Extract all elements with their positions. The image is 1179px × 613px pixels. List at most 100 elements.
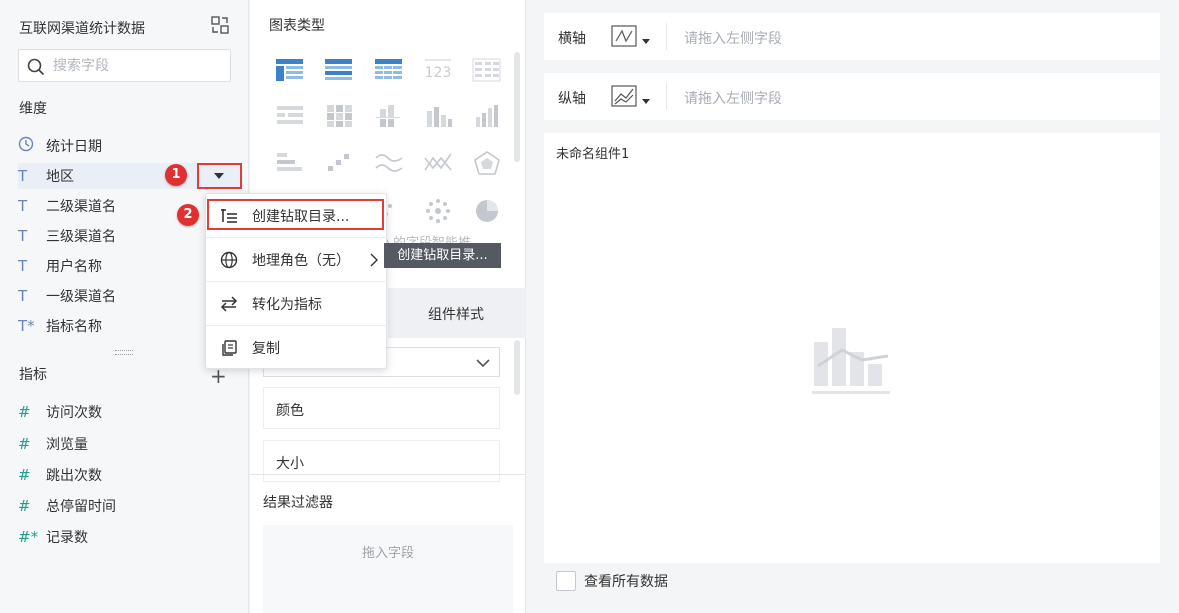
menu-item-copy[interactable]: 复制 [206, 325, 388, 369]
radar-chart-icon[interactable] [472, 150, 502, 176]
line-chart-icon[interactable] [374, 150, 404, 176]
divider [666, 23, 667, 50]
text-type-icon: T [18, 167, 28, 185]
dataset-title: 互联网渠道统计数据 [19, 21, 145, 37]
dimension-field[interactable]: T* 指标名称 [18, 313, 228, 339]
pie-chart-icon[interactable] [472, 198, 502, 224]
chevron-right-icon [370, 253, 378, 267]
heatmap-icon[interactable] [324, 103, 354, 129]
table-chart-icon[interactable] [275, 57, 305, 83]
caret-down-icon [214, 173, 224, 179]
y-axis-shelf[interactable]: 纵轴 请拖入左侧字段 [544, 73, 1160, 120]
field-label: 记录数 [46, 530, 88, 546]
y-axis-placeholder: 请拖入左侧字段 [684, 91, 782, 107]
switch-dataset-icon[interactable] [210, 15, 230, 35]
highlight-box [207, 199, 384, 230]
field-label: 浏览量 [46, 437, 88, 453]
y-axis-label: 纵轴 [558, 91, 586, 107]
property-scrollbar[interactable] [514, 340, 520, 395]
divider [250, 474, 526, 475]
field-label: 访问次数 [46, 405, 102, 421]
field-label: 跳出次数 [46, 468, 102, 484]
divider [666, 83, 667, 110]
y-axis-chart-switch-icon[interactable] [610, 83, 652, 111]
result-filter-heading: 结果过滤器 [263, 495, 333, 511]
menu-item-label: 地理角色（无） [252, 252, 350, 269]
scatter-icon[interactable] [324, 150, 354, 176]
measure-field[interactable]: # 总停留时间 [18, 493, 228, 519]
text-type-icon: T [18, 197, 28, 215]
copy-icon [222, 339, 237, 356]
view-all-checkbox[interactable] [556, 571, 576, 591]
x-axis-chart-switch-icon[interactable] [610, 23, 652, 51]
size-property[interactable]: 大小 [263, 440, 500, 482]
svg-text:123: 123 [425, 65, 452, 81]
field-label: 统计日期 [46, 139, 102, 155]
calculated-number-type-icon: #* [18, 528, 39, 546]
field-label: 指标名称 [46, 319, 102, 335]
column-chart-icon[interactable] [423, 103, 453, 129]
chart-type-heading: 图表类型 [269, 18, 325, 34]
measure-field[interactable]: # 浏览量 [18, 431, 228, 457]
measure-field[interactable]: # 访问次数 [18, 399, 228, 425]
field-label: 二级渠道名 [46, 199, 116, 215]
number-type-icon: # [18, 497, 31, 515]
component-name: 未命名组件1 [556, 147, 630, 162]
measure-field[interactable]: #* 记录数 [18, 524, 228, 550]
dimension-field[interactable]: T 一级渠道名 [18, 283, 228, 309]
search-icon [27, 58, 45, 76]
dimension-heading: 维度 [19, 101, 47, 117]
horizontal-bar-icon[interactable] [275, 150, 305, 176]
resize-handle[interactable] [115, 350, 133, 355]
chevron-down-icon [476, 359, 490, 368]
number-type-icon: # [18, 466, 31, 484]
text-type-icon: T [18, 227, 28, 245]
time-type-icon [18, 136, 46, 156]
step-badge-1: 1 [165, 164, 187, 186]
x-axis-placeholder: 请拖入左侧字段 [684, 31, 782, 47]
field-label: 用户名称 [46, 259, 102, 275]
text-type-icon: T [18, 287, 28, 305]
step-badge-2: 2 [177, 204, 199, 226]
field-label: 三级渠道名 [46, 229, 116, 245]
x-axis-shelf[interactable]: 横轴 请拖入左侧字段 [544, 13, 1160, 60]
field-search[interactable] [18, 49, 231, 82]
x-axis-label: 横轴 [558, 31, 586, 47]
dimension-field[interactable]: T 用户名称 [18, 253, 228, 279]
field-dropdown-button[interactable] [197, 163, 242, 189]
chart-type-scrollbar[interactable] [514, 52, 520, 162]
dimension-field[interactable]: T 三级渠道名 [18, 223, 228, 249]
field-label: 地区 [46, 169, 74, 185]
chart-canvas[interactable]: 未命名组件1 [544, 133, 1160, 563]
convert-icon [220, 295, 238, 312]
empty-chart-icon [812, 328, 890, 394]
crosstab-icon[interactable] [472, 57, 502, 83]
view-all-data-toggle[interactable]: 查看所有数据 [556, 571, 668, 591]
globe-icon [220, 251, 238, 268]
number-type-icon: # [18, 403, 31, 421]
menu-tooltip: 创建钻取目录... [384, 243, 501, 268]
dimension-field[interactable]: 统计日期 [18, 133, 228, 159]
menu-item-geo-role[interactable]: 地理角色（无） [206, 237, 388, 281]
menu-item-label: 转化为指标 [252, 296, 322, 313]
field-label: 一级渠道名 [46, 289, 116, 305]
tab-component-style[interactable]: 组件样式 [428, 304, 484, 324]
dot-ring-icon[interactable] [423, 198, 453, 224]
number-type-icon: # [18, 435, 31, 453]
menu-item-label: 复制 [252, 340, 280, 357]
detail-table-icon[interactable] [374, 57, 404, 83]
multi-line-icon[interactable] [423, 150, 453, 176]
measure-field[interactable]: # 跳出次数 [18, 462, 228, 488]
canvas-area: 横轴 请拖入左侧字段 纵轴 请拖入左侧字段 未命名组件1 查看所有数据 [527, 0, 1179, 613]
kpi-number-icon[interactable]: 123 [423, 57, 453, 83]
stacked-bar-icon[interactable] [374, 103, 404, 129]
field-label: 总停留时间 [46, 499, 116, 515]
bar-chart-icon[interactable] [472, 103, 502, 129]
filter-drop-zone[interactable]: 拖入字段 [263, 525, 513, 613]
grouped-table-icon[interactable] [324, 57, 354, 83]
pivot-icon[interactable] [275, 103, 305, 129]
search-input[interactable] [53, 56, 223, 76]
color-property[interactable]: 颜色 [263, 387, 500, 429]
menu-item-convert-measure[interactable]: 转化为指标 [206, 281, 388, 325]
calculated-text-type-icon: T* [18, 317, 35, 335]
